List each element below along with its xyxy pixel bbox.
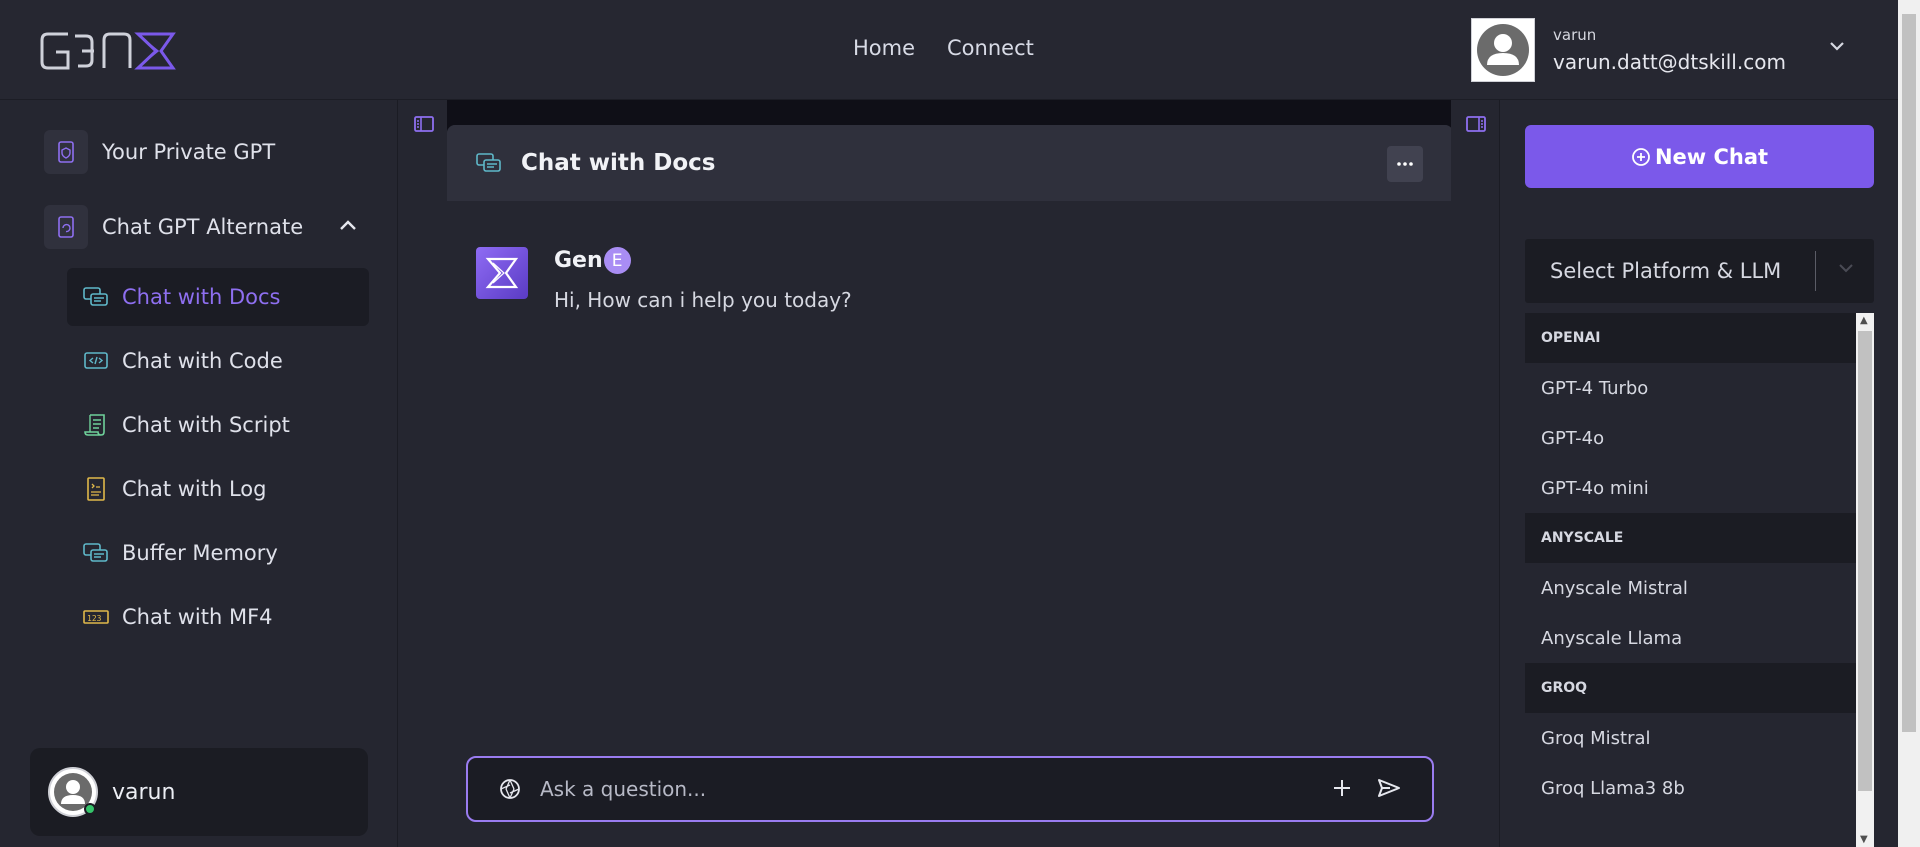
aperture-icon[interactable] [498,777,522,801]
chat-panel: Chat with Docs Gen E Hi, How can i help … [447,125,1453,847]
sidebar-item-chat-with-code[interactable]: Chat with Code [67,332,369,390]
page-scroll-thumb[interactable] [1902,14,1916,732]
chat-bubbles-icon [83,287,108,306]
header-user-email: varun.datt@dtskill.com [1553,50,1786,74]
ellipsis-icon [1397,162,1413,166]
new-chat-button[interactable]: New Chat [1525,125,1874,188]
left-sidebar: Your Private GPT Chat GPT Alternate Chat… [0,100,398,847]
code-icon [84,352,108,369]
script-scroll-icon [84,414,105,436]
refresh-doc-icon [44,205,88,249]
chevron-up-icon[interactable] [338,218,358,232]
dropdown-scroll-thumb[interactable] [1858,331,1872,791]
sidebar-item-chat-with-docs[interactable]: Chat with Docs [67,268,369,326]
sidebar-item-private-gpt[interactable]: Your Private GPT [44,130,275,174]
sidebar-item-buffer-memory[interactable]: Buffer Memory [67,524,369,582]
sidebar-item-label: Chat with MF4 [122,605,273,629]
user-menu[interactable]: varun varun.datt@dtskill.com [1471,18,1786,82]
gene-logo[interactable] [38,28,210,74]
sidebar-item-chat-with-log[interactable]: Chat with Log [67,460,369,518]
svg-text:123: 123 [87,614,102,623]
more-options-button[interactable] [1387,146,1423,182]
header-user-name: varun [1553,26,1597,44]
scroll-up-icon[interactable]: ▲ [1860,315,1868,326]
group-header-groq: GROQ [1525,663,1856,713]
right-panel: New Chat Select Platform & LLM OPENAI GP… [1499,100,1898,847]
sidebar-item-label: Chat with Log [122,477,267,501]
shield-doc-icon [44,130,88,174]
option-groq-llama3-8b[interactable]: Groq Llama3 8b [1525,763,1856,813]
nav-connect[interactable]: Connect [947,36,1034,60]
sidebar-toggle-icon[interactable] [413,114,435,134]
sidebar-item-label: Chat with Script [122,413,290,437]
chat-title: Chat with Docs [521,150,716,176]
sidebar-item-label: Buffer Memory [122,541,278,565]
log-file-icon [87,477,105,501]
sigma-avatar-icon [476,247,528,299]
sidebar-item-label: Chat GPT Alternate [102,215,304,239]
left-toggle-strip [399,100,447,847]
chat-input-box [466,756,1434,822]
sidebar-item-chat-with-script[interactable]: Chat with Script [67,396,369,454]
sidebar-item-label: Your Private GPT [102,140,276,164]
chat-bubbles-icon [83,543,108,562]
nav-home[interactable]: Home [853,36,915,60]
question-input[interactable] [540,777,1300,801]
sidebar-user-card[interactable]: varun [30,748,368,836]
option-anyscale-llama[interactable]: Anyscale Llama [1525,613,1856,663]
group-header-openai: OPENAI [1525,313,1856,363]
scroll-down-icon[interactable]: ▼ [1860,834,1868,845]
option-gpt-4o-mini[interactable]: GPT-4o mini [1525,463,1856,513]
llm-dropdown-menu: OPENAI GPT-4 Turbo GPT-4o GPT-4o mini AN… [1525,313,1874,847]
numbers-icon: 123 [83,610,109,624]
sidebar-item-chatgpt-alternate[interactable]: Chat GPT Alternate [44,205,303,249]
top-header: Home Connect varun varun.datt@dtskill.co… [0,0,1898,100]
chevron-down-icon[interactable] [1837,261,1855,275]
chevron-down-icon[interactable] [1828,40,1846,52]
select-divider [1815,251,1816,291]
message-author: Gen [554,248,603,273]
author-badge: E [603,247,631,274]
user-silhouette-icon [1477,24,1529,76]
sidebar-item-chat-with-mf4[interactable]: 123 Chat with MF4 [67,588,369,646]
option-gpt-4o[interactable]: GPT-4o [1525,413,1856,463]
chat-bubbles-icon [476,153,501,172]
online-status-dot [84,803,96,815]
platform-llm-select[interactable]: Select Platform & LLM [1525,239,1874,303]
option-gpt-4-turbo[interactable]: GPT-4 Turbo [1525,363,1856,413]
plus-circle-icon [1632,147,1650,166]
right-toggle-strip [1451,100,1499,847]
option-anyscale-mistral[interactable]: Anyscale Mistral [1525,563,1856,613]
avatar [1471,18,1535,82]
assistant-message: Gen E Hi, How can i help you today? [476,247,852,312]
page-scrollbar[interactable] [1898,0,1920,847]
group-header-anyscale: ANYSCALE [1525,513,1856,563]
dropdown-scrollbar[interactable]: ▲ ▼ [1856,313,1874,847]
new-chat-label: New Chat [1654,144,1769,169]
chat-header: Chat with Docs [447,125,1453,201]
main-nav: Home Connect [853,36,1034,60]
message-text: Hi, How can i help you today? [554,288,852,312]
option-groq-mistral[interactable]: Groq Mistral [1525,713,1856,763]
sidebar-item-label: Chat with Docs [122,285,281,309]
avatar [48,767,98,817]
sidebar-item-label: Chat with Code [122,349,283,373]
plus-icon[interactable] [1330,776,1354,800]
select-placeholder: Select Platform & LLM [1550,259,1782,283]
send-icon[interactable] [1376,776,1402,800]
panel-toggle-icon[interactable] [1465,114,1487,134]
sidebar-user-name: varun [112,779,176,805]
